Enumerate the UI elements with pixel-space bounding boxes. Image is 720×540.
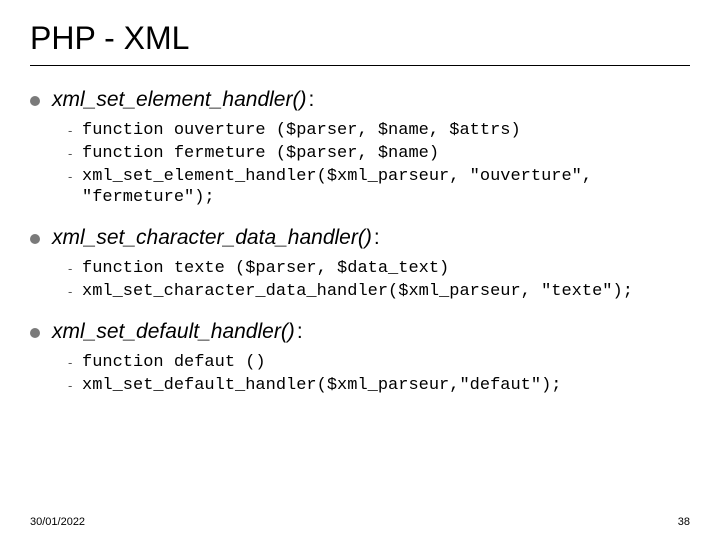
sub-list: -function texte ($parser, $data_text) -x… [68,258,690,302]
colon: : [374,226,380,250]
sub-item: -xml_set_character_data_handler($xml_par… [68,281,690,302]
colon: : [308,88,314,112]
dash-icon: - [68,258,82,279]
bullet-icon [30,96,40,106]
sub-item: -function fermeture ($parser, $name) [68,143,690,164]
code-line: xml_set_character_data_handler($xml_pars… [82,281,633,302]
section-label: xml_set_element_handler() [52,88,306,112]
footer-date: 30/01/2022 [30,516,85,528]
section-header: xml_set_character_data_handler() : [30,226,690,250]
bullet-icon [30,234,40,244]
section-label: xml_set_character_data_handler() [52,226,372,250]
section-label: xml_set_default_handler() [52,320,295,344]
section-1: xml_set_element_handler() : -function ou… [30,88,690,208]
sub-list: -function defaut () -xml_set_default_han… [68,352,690,396]
dash-icon: - [68,166,82,187]
section-3: xml_set_default_handler() : -function de… [30,320,690,396]
sub-item: -function texte ($parser, $data_text) [68,258,690,279]
dash-icon: - [68,352,82,373]
section-2: xml_set_character_data_handler() : -func… [30,226,690,302]
code-line: xml_set_element_handler($xml_parseur, "o… [82,166,690,208]
sub-item: -function ouverture ($parser, $name, $at… [68,120,690,141]
sub-item: -function defaut () [68,352,690,373]
code-line: function defaut () [82,352,266,373]
content-list: xml_set_element_handler() : -function ou… [30,88,690,396]
sub-item: -xml_set_default_handler($xml_parseur,"d… [68,375,690,396]
slide: PHP - XML xml_set_element_handler() : -f… [0,0,720,396]
code-line: xml_set_default_handler($xml_parseur,"de… [82,375,561,396]
sub-list: -function ouverture ($parser, $name, $at… [68,120,690,208]
slide-title: PHP - XML [30,20,690,66]
code-line: function texte ($parser, $data_text) [82,258,449,279]
dash-icon: - [68,143,82,164]
section-header: xml_set_default_handler() : [30,320,690,344]
footer: 30/01/2022 38 [30,516,690,528]
bullet-icon [30,328,40,338]
code-line: function fermeture ($parser, $name) [82,143,439,164]
section-header: xml_set_element_handler() : [30,88,690,112]
code-line: function ouverture ($parser, $name, $att… [82,120,521,141]
dash-icon: - [68,375,82,396]
dash-icon: - [68,281,82,302]
footer-page: 38 [678,516,690,528]
colon: : [297,320,303,344]
sub-item: -xml_set_element_handler($xml_parseur, "… [68,166,690,208]
dash-icon: - [68,120,82,141]
